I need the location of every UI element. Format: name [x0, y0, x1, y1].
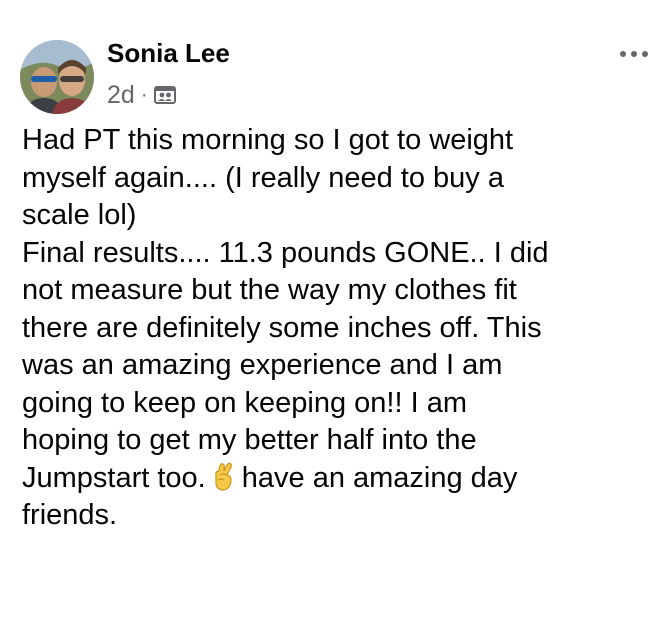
post-header: Sonia Lee 2d · [20, 36, 652, 114]
post-text-segment: have an amazing day [241, 461, 518, 494]
post-text-line: not measure but the way my clothes fit [22, 274, 517, 306]
post-text-line: there are definitely some inches off. Th… [22, 311, 542, 344]
post-text-line: friends. [22, 499, 118, 531]
post-text-segment: Jumpstart too. [22, 461, 206, 494]
post-text-line: myself again.... (I really need to buy a [22, 161, 504, 194]
more-options-icon[interactable] [620, 48, 648, 60]
facebook-post: Sonia Lee 2d · Had PT this morning so I … [0, 0, 672, 634]
post-text-line: Final results.... 11.3 pounds GONE.. I d… [22, 236, 549, 269]
post-text-line-emoji: Jumpstart too. have an amazing day [22, 460, 652, 498]
avatar[interactable] [20, 40, 94, 114]
avatar-photo [20, 40, 94, 114]
crossed-fingers-emoji-icon [210, 462, 236, 492]
post-text: Had PT this morning so I got to weight m… [22, 122, 652, 535]
post-meta: 2d · [107, 80, 177, 110]
post-text-line: Had PT this morning so I got to weight [22, 124, 514, 156]
post-text-line: scale lol) [22, 199, 137, 231]
post-text-line: going to keep on keeping on!! I am [22, 386, 467, 419]
meta-separator: · [140, 83, 148, 106]
post-text-line: was an amazing experience and I am [22, 349, 503, 381]
author-name[interactable]: Sonia Lee [107, 38, 230, 69]
post-text-line: hoping to get my better half into the [22, 424, 477, 456]
post-time[interactable]: 2d [107, 81, 135, 110]
friends-audience-icon[interactable] [154, 84, 177, 106]
